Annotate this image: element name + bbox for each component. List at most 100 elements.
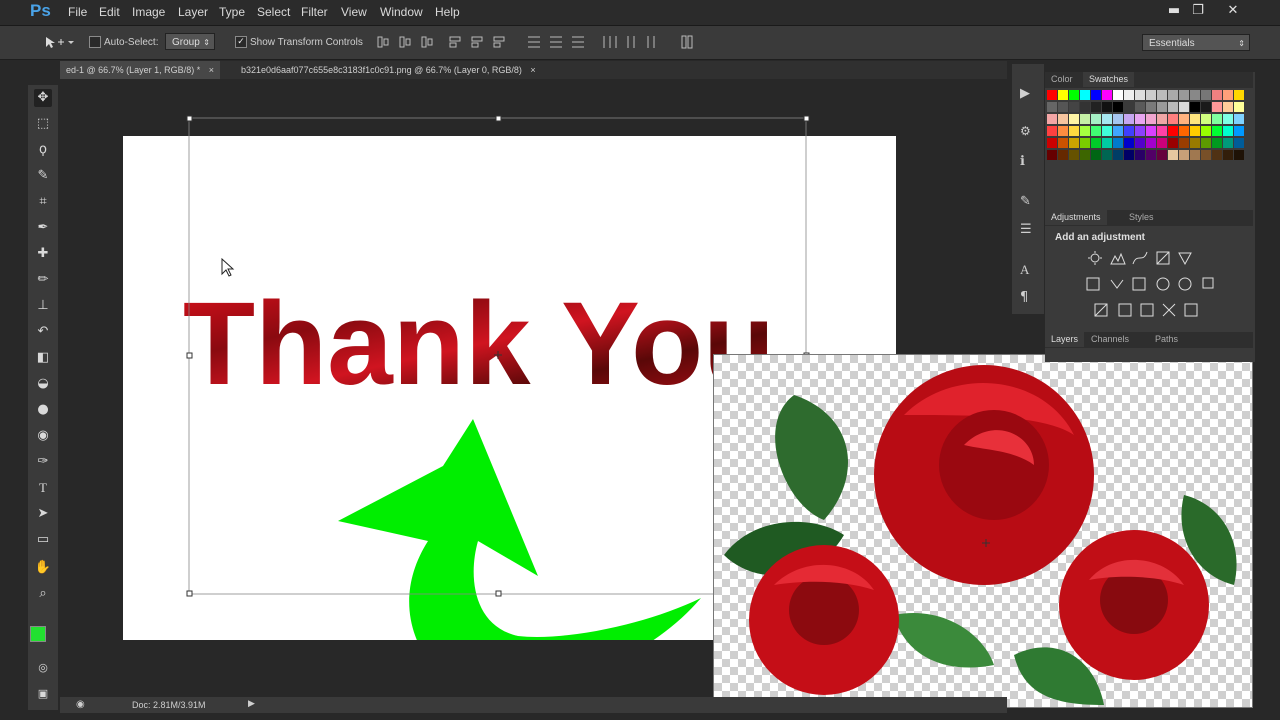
tab-paths[interactable]: Paths: [1149, 332, 1184, 347]
move-tool-icon[interactable]: [44, 35, 74, 49]
close-window-button[interactable]: ✕: [1222, 2, 1244, 20]
swatch-color[interactable]: [1190, 90, 1200, 100]
menu-filter[interactable]: Filter: [301, 5, 328, 19]
transform-handle[interactable]: [186, 590, 193, 597]
menu-edit[interactable]: Edit: [99, 5, 120, 19]
tab-document-2[interactable]: b321e0d6aaf077c655e8c3183f1c0c91.png @ 6…: [235, 61, 542, 79]
swatch-color[interactable]: [1124, 126, 1134, 136]
swatch-color[interactable]: [1212, 102, 1222, 112]
swatch-color[interactable]: [1091, 126, 1101, 136]
swatch-color[interactable]: [1069, 126, 1079, 136]
swatch-color[interactable]: [1212, 90, 1222, 100]
tab-channels[interactable]: Channels: [1085, 332, 1135, 347]
transform-handle[interactable]: [803, 115, 810, 122]
swatch-color[interactable]: [1124, 150, 1134, 160]
swatch-color[interactable]: [1047, 102, 1057, 112]
swatch-color[interactable]: [1234, 102, 1244, 112]
tab-color[interactable]: Color: [1045, 72, 1079, 87]
swatch-color[interactable]: [1190, 138, 1200, 148]
swatch-color[interactable]: [1113, 150, 1123, 160]
sliders-icon[interactable]: ☰: [1020, 222, 1032, 237]
swatch-color[interactable]: [1091, 90, 1101, 100]
swatch-color[interactable]: [1047, 114, 1057, 124]
swatch-color[interactable]: [1234, 150, 1244, 160]
crop-icon[interactable]: ⌗: [34, 193, 52, 211]
swatch-color[interactable]: [1157, 138, 1167, 148]
screen-mode-icon[interactable]: ▣: [34, 685, 52, 703]
swatch-color[interactable]: [1135, 114, 1145, 124]
bucket-icon[interactable]: ◒: [34, 375, 52, 393]
swatch-color[interactable]: [1212, 138, 1222, 148]
tab-styles[interactable]: Styles: [1123, 210, 1160, 225]
swatch-color[interactable]: [1124, 114, 1134, 124]
swatch-color[interactable]: [1058, 150, 1068, 160]
swatch-color[interactable]: [1113, 102, 1123, 112]
swatch-color[interactable]: [1146, 138, 1156, 148]
swatch-color[interactable]: [1091, 138, 1101, 148]
swatch-color[interactable]: [1058, 114, 1068, 124]
swatch-color[interactable]: [1179, 138, 1189, 148]
menu-image[interactable]: Image: [132, 5, 165, 19]
adjustment-icons[interactable]: [1085, 250, 1215, 320]
history-brush-icon[interactable]: ↶: [34, 323, 52, 341]
swatch-color[interactable]: [1157, 102, 1167, 112]
swatch-color[interactable]: [1190, 102, 1200, 112]
swatch-color[interactable]: [1047, 126, 1057, 136]
swatch-color[interactable]: [1168, 150, 1178, 160]
swatch-color[interactable]: [1091, 114, 1101, 124]
eyedropper-icon[interactable]: ✒: [34, 219, 52, 237]
swatch-color[interactable]: [1223, 90, 1233, 100]
swatch-color[interactable]: [1179, 126, 1189, 136]
transform-handle[interactable]: [495, 590, 502, 597]
marquee-icon[interactable]: ⬚: [34, 115, 52, 133]
status-arrow-icon[interactable]: ▶: [248, 699, 255, 709]
swatch-color[interactable]: [1102, 90, 1112, 100]
shape-icon[interactable]: ▭: [34, 531, 52, 549]
swatch-color[interactable]: [1102, 138, 1112, 148]
swatch-color[interactable]: [1047, 138, 1057, 148]
swatch-color[interactable]: [1201, 150, 1211, 160]
swatch-color[interactable]: [1157, 114, 1167, 124]
swatch-color[interactable]: [1069, 138, 1079, 148]
swatch-color[interactable]: [1058, 138, 1068, 148]
swatch-color[interactable]: [1179, 102, 1189, 112]
swatch-color[interactable]: [1080, 102, 1090, 112]
history-icon[interactable]: ⚙: [1020, 124, 1031, 138]
move-icon[interactable]: ✥: [34, 89, 52, 107]
swatch-color[interactable]: [1168, 126, 1178, 136]
swatch-color[interactable]: [1135, 90, 1145, 100]
swatch-color[interactable]: [1102, 114, 1112, 124]
swatch-color[interactable]: [1168, 102, 1178, 112]
swatch-color[interactable]: [1058, 90, 1068, 100]
brush-preset-icon[interactable]: ✎: [1020, 194, 1031, 209]
swatch-color[interactable]: [1146, 90, 1156, 100]
swatch-color[interactable]: [1201, 102, 1211, 112]
transform-handle[interactable]: [495, 115, 502, 122]
swatch-color[interactable]: [1212, 126, 1222, 136]
rose-image-window[interactable]: [713, 354, 1253, 708]
type-icon[interactable]: T: [34, 479, 52, 497]
swatch-color[interactable]: [1135, 126, 1145, 136]
swatch-color[interactable]: [1135, 102, 1145, 112]
play-icon[interactable]: ▶: [1020, 86, 1030, 101]
swatch-color[interactable]: [1146, 126, 1156, 136]
swatch-color[interactable]: [1058, 102, 1068, 112]
swatch-color[interactable]: [1102, 126, 1112, 136]
tab-layers[interactable]: Layers: [1045, 332, 1085, 347]
swatch-color[interactable]: [1058, 126, 1068, 136]
info-icon[interactable]: ℹ: [1020, 154, 1025, 169]
swatch-color[interactable]: [1080, 150, 1090, 160]
swatch-color[interactable]: [1190, 150, 1200, 160]
restore-button[interactable]: ❐: [1187, 2, 1209, 20]
menu-window[interactable]: Window: [380, 5, 423, 19]
transform-handle[interactable]: [186, 115, 193, 122]
swatch-color[interactable]: [1201, 126, 1211, 136]
auto-select-dropdown[interactable]: Group ⇕: [165, 33, 215, 50]
swatch-color[interactable]: [1223, 138, 1233, 148]
swatch-color[interactable]: [1179, 150, 1189, 160]
swatch-color[interactable]: [1069, 150, 1079, 160]
healing-icon[interactable]: ✚: [34, 245, 52, 263]
menu-layer[interactable]: Layer: [178, 5, 208, 19]
swatch-color[interactable]: [1201, 138, 1211, 148]
tab-adjustments[interactable]: Adjustments: [1045, 210, 1107, 225]
